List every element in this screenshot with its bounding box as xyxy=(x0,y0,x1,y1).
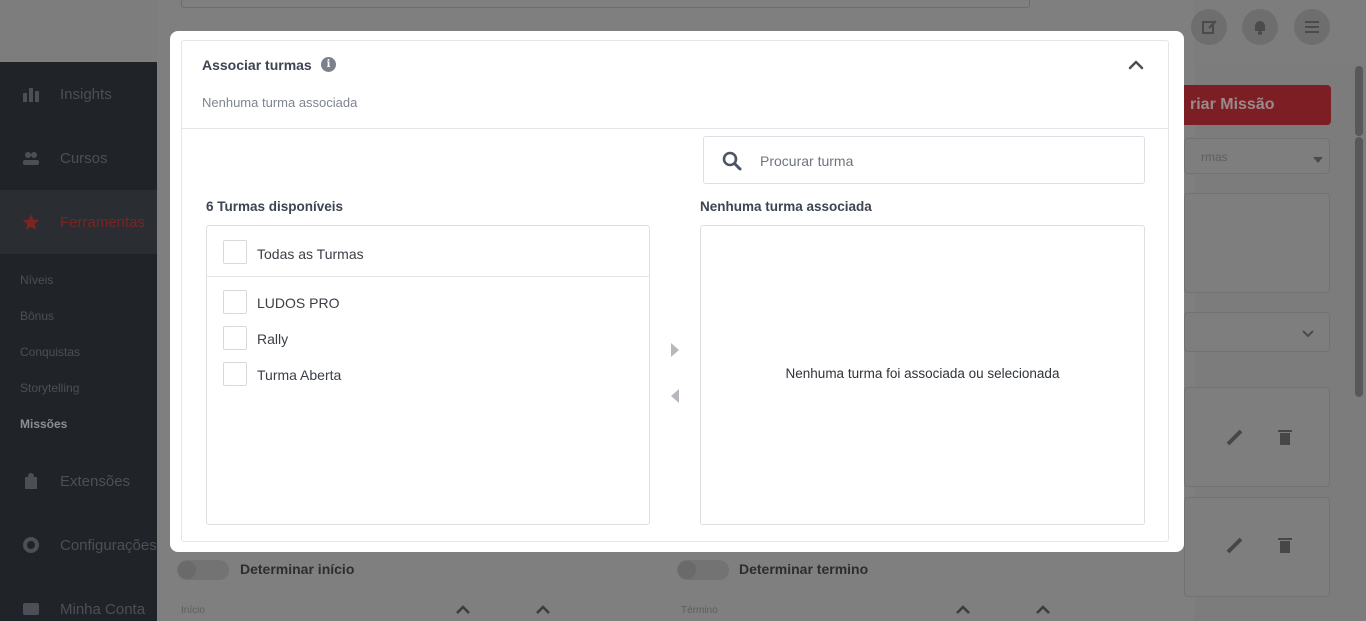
star-icon xyxy=(22,213,40,231)
sidebar-item-label: Configurações xyxy=(60,536,157,554)
search-input[interactable] xyxy=(760,151,1120,171)
select-all-label: Todas as Turmas xyxy=(257,246,364,262)
sidebar-item-configuracoes[interactable]: Configurações xyxy=(0,513,157,577)
sidebar-item-label: Ferramentas xyxy=(60,213,146,231)
toggle-knob xyxy=(178,561,196,579)
sidebar-item-label: Extensões xyxy=(60,472,131,490)
users-icon xyxy=(22,149,40,167)
sidebar-subitem-storytelling[interactable]: Storytelling xyxy=(20,381,79,395)
toggle-knob xyxy=(678,561,696,579)
select-all-checkbox[interactable] xyxy=(223,240,247,264)
chevron-down-icon xyxy=(1302,326,1314,344)
chevron-up-icon[interactable] xyxy=(956,602,970,618)
panel-header[interactable]: Associar turmas i Nenhuma turma associad… xyxy=(182,41,1168,129)
class-checkbox[interactable] xyxy=(223,290,247,314)
list-item[interactable]: Turma Aberta xyxy=(207,356,649,392)
sidebar-item-ferramentas[interactable]: Ferramentas xyxy=(0,190,157,254)
pencil-icon[interactable] xyxy=(1226,428,1244,451)
class-label: Turma Aberta xyxy=(257,367,342,383)
gear-icon xyxy=(22,536,40,554)
sidebar-subitem-niveis[interactable]: Níveis xyxy=(20,273,53,287)
sidebar-item-label: Cursos xyxy=(60,149,108,167)
mission-card xyxy=(1184,387,1330,487)
chevron-down-icon xyxy=(1313,152,1323,170)
end-date-label: Determinar termino xyxy=(739,561,869,577)
start-date-toggle[interactable] xyxy=(177,560,229,580)
sidebar-item-label: Insights xyxy=(60,85,112,103)
start-field-label: Início xyxy=(181,605,205,616)
chevron-up-icon[interactable] xyxy=(1128,57,1144,73)
filter-select[interactable]: rmas xyxy=(1184,138,1330,174)
class-checkbox[interactable] xyxy=(223,326,247,350)
sidebar-item-label: Minha Conta xyxy=(60,600,146,618)
end-field-label: Término xyxy=(681,605,718,616)
pencil-icon[interactable] xyxy=(1226,536,1244,559)
end-date-toggle[interactable] xyxy=(677,560,729,580)
create-mission-label: riar Missão xyxy=(1190,96,1275,113)
associate-classes-modal: Associar turmas i Nenhuma turma associad… xyxy=(170,31,1184,552)
chevron-up-icon[interactable] xyxy=(1036,602,1050,618)
edit-icon[interactable] xyxy=(1191,9,1227,45)
associated-classes-heading: Nenhuma turma associada xyxy=(700,199,872,214)
chevron-up-icon[interactable] xyxy=(456,602,470,618)
mission-card xyxy=(1184,497,1330,597)
background-card xyxy=(1184,193,1330,293)
trash-icon[interactable] xyxy=(1278,537,1292,558)
associated-classes-list: Nenhuma turma foi associada ou seleciona… xyxy=(700,225,1145,525)
sidebar-item-insights[interactable]: Insights xyxy=(0,62,157,126)
list-item[interactable]: LUDOS PRO xyxy=(207,284,649,320)
class-label: LUDOS PRO xyxy=(257,295,340,311)
scrollbar-track xyxy=(1355,137,1363,397)
puzzle-icon xyxy=(22,472,40,490)
sidebar-item-minha-conta[interactable]: Minha Conta xyxy=(0,577,157,621)
sidebar: Insights Cursos Ferramentas Níveis Bônus… xyxy=(0,62,157,621)
start-date-label: Determinar início xyxy=(240,561,355,577)
bar-chart-icon xyxy=(22,85,40,103)
move-left-arrow-icon[interactable] xyxy=(669,388,681,404)
sidebar-subitem-bonus[interactable]: Bônus xyxy=(20,309,54,323)
sidebar-subitem-conquistas[interactable]: Conquistas xyxy=(20,345,80,359)
panel-subtitle: Nenhuma turma associada xyxy=(202,95,358,110)
sidebar-item-cursos[interactable]: Cursos xyxy=(0,126,157,190)
available-classes-heading: 6 Turmas disponíveis xyxy=(206,199,344,214)
card-icon xyxy=(22,600,40,618)
chevron-up-icon[interactable] xyxy=(536,602,550,618)
bell-icon[interactable] xyxy=(1242,9,1278,45)
panel-title: Associar turmas xyxy=(202,57,312,73)
scrollbar-thumb[interactable] xyxy=(1355,66,1363,136)
description-textarea[interactable] xyxy=(181,0,1030,8)
search-icon xyxy=(722,151,742,171)
info-icon[interactable]: i xyxy=(321,57,336,72)
page-scrollbar[interactable] xyxy=(1355,62,1363,402)
filter-select-value: rmas xyxy=(1201,150,1228,164)
sidebar-item-extensoes[interactable]: Extensões xyxy=(0,449,157,513)
class-checkbox[interactable] xyxy=(223,362,247,386)
search-box[interactable] xyxy=(703,136,1145,184)
available-classes-list: Todas as Turmas LUDOS PRO Rally Turma Ab… xyxy=(206,225,650,525)
sidebar-subitem-missoes[interactable]: Missões xyxy=(20,417,67,431)
list-item[interactable]: Rally xyxy=(207,320,649,356)
empty-state-message: Nenhuma turma foi associada ou seleciona… xyxy=(785,366,1060,381)
class-label: Rally xyxy=(257,331,289,347)
menu-icon[interactable] xyxy=(1294,9,1330,45)
associate-classes-panel: Associar turmas i Nenhuma turma associad… xyxy=(181,40,1169,542)
select-all-row[interactable]: Todas as Turmas xyxy=(207,226,649,277)
move-right-arrow-icon[interactable] xyxy=(669,342,681,358)
trash-icon[interactable] xyxy=(1278,429,1292,450)
background-collapsible[interactable] xyxy=(1184,312,1330,352)
